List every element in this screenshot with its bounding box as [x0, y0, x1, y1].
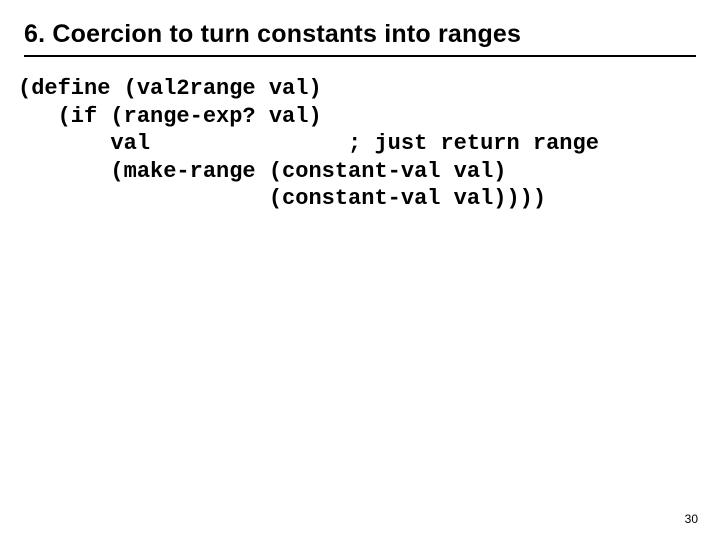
- slide-title: 6. Coercion to turn constants into range…: [24, 20, 696, 49]
- slide: 6. Coercion to turn constants into range…: [0, 0, 720, 540]
- heading-wrap: 6. Coercion to turn constants into range…: [24, 20, 696, 57]
- page-number: 30: [685, 512, 698, 526]
- code-block: (define (val2range val) (if (range-exp? …: [18, 75, 696, 213]
